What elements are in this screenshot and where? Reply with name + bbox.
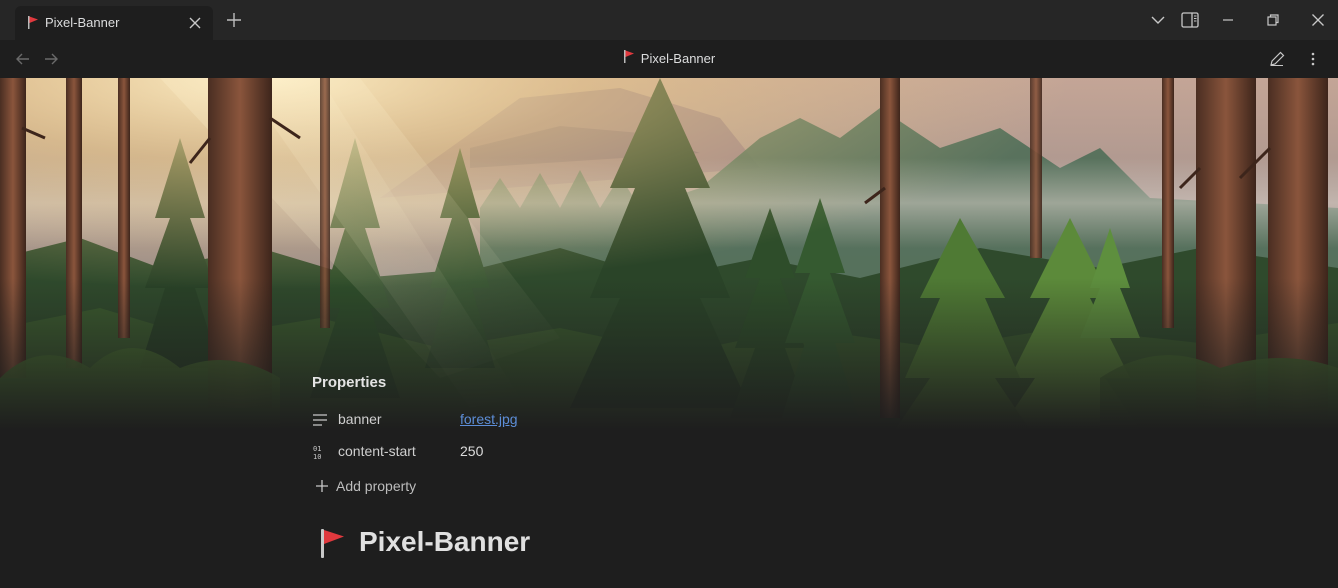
close-icon[interactable] (1308, 10, 1328, 30)
property-row-banner[interactable]: banner forest.jpg (312, 408, 712, 432)
flag-icon (27, 16, 39, 34)
chevron-down-icon[interactable] (1148, 10, 1168, 30)
properties-heading: Properties (312, 374, 387, 391)
flag-icon (318, 528, 346, 563)
plus-icon[interactable] (224, 10, 244, 30)
property-value[interactable]: 250 (460, 443, 483, 459)
property-key[interactable]: content-start (338, 443, 416, 459)
sidebar-toggle-icon[interactable] (1180, 10, 1200, 30)
plus-icon (314, 478, 330, 499)
more-vertical-icon[interactable] (1304, 50, 1322, 68)
nav-bar: Pixel-Banner (0, 40, 1338, 78)
svg-text:10: 10 (313, 453, 321, 460)
pencil-icon[interactable] (1268, 50, 1286, 68)
number-icon: 01 10 (312, 444, 328, 465)
tab-close-icon[interactable] (185, 13, 205, 33)
svg-text:01: 01 (313, 445, 321, 453)
tab-pixel-banner[interactable]: Pixel-Banner (15, 6, 213, 40)
nav-title-text: Pixel-Banner (640, 50, 716, 66)
minimize-icon[interactable] (1218, 10, 1238, 30)
nav-title[interactable]: Pixel-Banner (623, 50, 715, 66)
property-value-link[interactable]: forest.jpg (460, 411, 518, 427)
restore-icon[interactable] (1263, 10, 1283, 30)
note-title-text: Pixel-Banner (359, 526, 531, 557)
add-property-button[interactable]: Add property (314, 476, 454, 498)
tab-title: Pixel-Banner (45, 15, 120, 30)
flag-icon (623, 50, 635, 66)
property-key[interactable]: banner (338, 411, 382, 427)
property-row-content-start[interactable]: 01 10 content-start 250 (312, 440, 712, 464)
forest-banner-image (0, 78, 1338, 430)
add-property-label: Add property (336, 478, 417, 494)
text-lines-icon (312, 412, 328, 433)
tab-bar: Pixel-Banner (0, 0, 1338, 40)
